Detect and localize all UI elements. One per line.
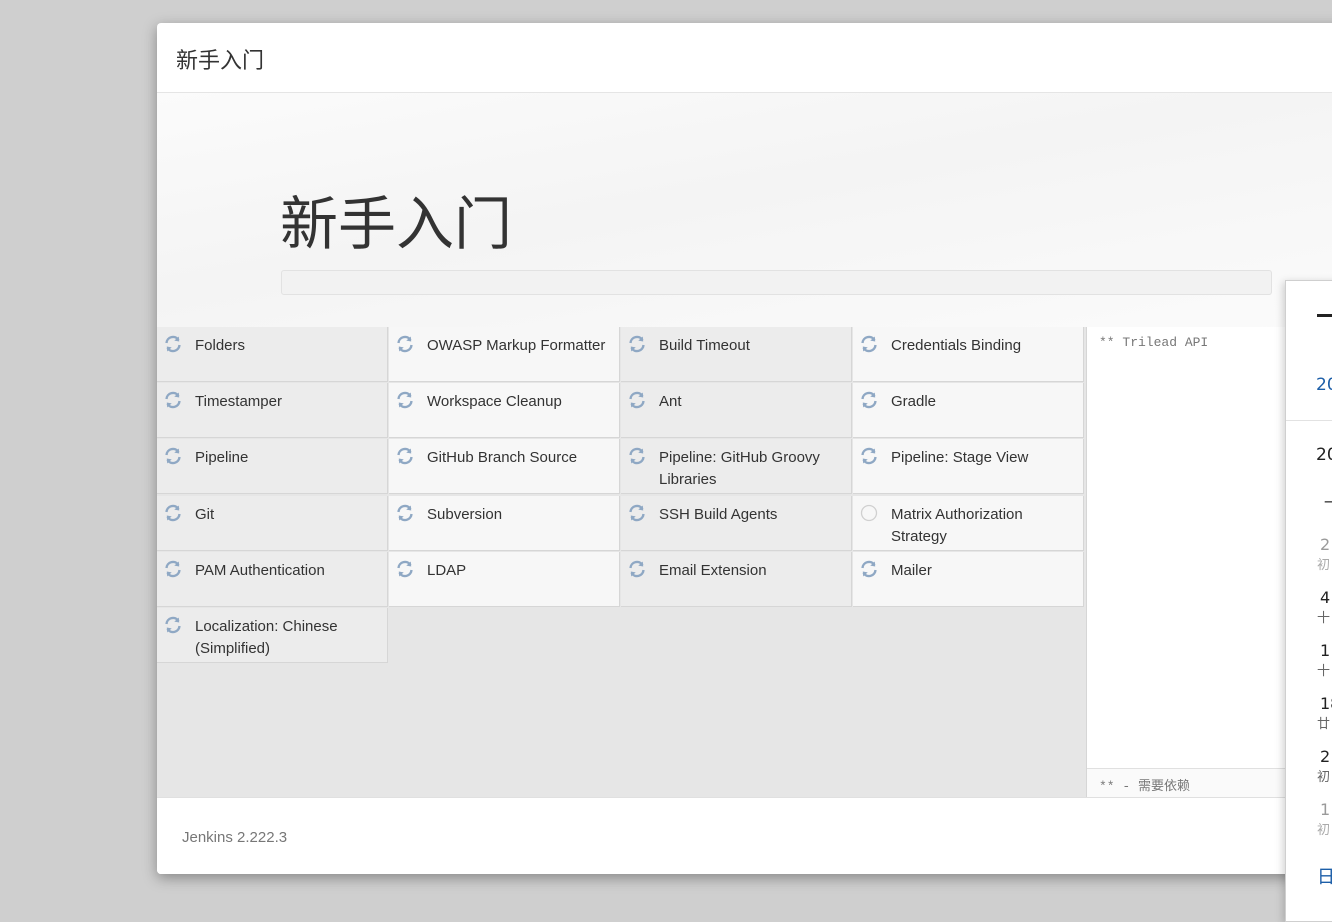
setup-wizard-dialog: 新手入门 新手入门 Folders OWASP Markup Formatter B… <box>157 23 1332 874</box>
log-line: ** Trilead API <box>1099 335 1209 350</box>
refresh-spinner-icon <box>627 504 647 522</box>
plugin-item: Gradle <box>853 383 1084 439</box>
calendar-month-title: 20 <box>1316 445 1332 465</box>
plugin-item: Email Extension <box>621 551 852 607</box>
plugin-label: OWASP Markup Formatter <box>427 337 606 354</box>
calendar-popup: 20 20 一 日 2 初 4 十 1 十 18 廿 2 初 1 初 <box>1285 280 1332 922</box>
install-progress-bar <box>281 270 1272 295</box>
calendar-lunar-label: 初 <box>1317 770 1331 785</box>
plugin-label: Ant <box>659 393 682 411</box>
plugin-item: Pipeline: GitHub Groovy Libraries <box>621 439 852 495</box>
plugin-item: OWASP Markup Formatter <box>389 327 620 382</box>
calendar-day-number[interactable]: 1 <box>1320 800 1330 819</box>
plugin-item: Matrix Authorization Strategy <box>853 495 1084 551</box>
plugin-item: Pipeline <box>157 439 388 495</box>
refresh-spinner-icon <box>163 616 183 634</box>
refresh-spinner-icon <box>395 447 415 465</box>
plugin-item: SSH Build Agents <box>621 495 852 551</box>
plugin-label: Pipeline: Stage View <box>891 449 1029 467</box>
refresh-spinner-icon <box>627 447 647 465</box>
plugin-label: Workspace Cleanup <box>427 393 562 411</box>
hero-section: 新手入门 <box>157 93 1332 328</box>
calendar-lunar-label: 十 <box>1317 611 1331 626</box>
calendar-lunar-label: 廿 <box>1317 717 1331 732</box>
calendar-divider <box>1286 420 1332 421</box>
calendar-day-number[interactable]: 2 <box>1320 535 1330 554</box>
calendar-bottom-link[interactable]: 日 <box>1317 863 1332 889</box>
plugin-label: Subversion <box>427 505 503 523</box>
refresh-spinner-icon <box>859 447 879 465</box>
refresh-spinner-icon <box>163 447 183 465</box>
refresh-spinner-icon <box>627 391 647 409</box>
plugin-label: Build Timeout <box>659 337 750 354</box>
plugin-label: Git <box>195 505 215 523</box>
plugin-item: Subversion <box>389 495 620 551</box>
refresh-spinner-icon <box>395 504 415 522</box>
plugin-item: PAM Authentication <box>157 551 388 607</box>
plugin-label: Pipeline: GitHub Groovy Libraries <box>659 449 820 489</box>
calendar-day-number[interactable]: 18 <box>1320 694 1332 713</box>
refresh-spinner-icon <box>627 560 647 578</box>
plugin-item: Git <box>157 495 388 551</box>
calendar-weekday-header: 一 <box>1324 489 1332 513</box>
refresh-spinner-icon <box>163 504 183 522</box>
plugin-item: Timestamper <box>157 383 388 439</box>
refresh-spinner-icon <box>627 335 647 353</box>
plugin-label: Gradle <box>891 393 937 411</box>
plugin-item: Pipeline: Stage View <box>853 439 1084 495</box>
log-footer-note: ** - 需要依赖 <box>1099 779 1191 794</box>
calendar-lunar-label: 十 <box>1317 664 1331 679</box>
page-title: 新手入门 <box>280 190 513 258</box>
plugin-label: Credentials Binding <box>891 337 1022 354</box>
refresh-spinner-icon <box>859 391 879 409</box>
plugin-item: LDAP <box>389 551 620 607</box>
plugin-label: LDAP <box>427 561 467 579</box>
plugin-item: Build Timeout <box>621 327 852 382</box>
plugin-item: Workspace Cleanup <box>389 383 620 439</box>
calendar-day-number[interactable]: 4 <box>1320 588 1330 607</box>
plugin-item: Localization: Chinese (Simplified) <box>157 608 388 663</box>
dialog-title: 新手入门 <box>176 49 265 74</box>
pending-circle-icon <box>859 504 879 522</box>
plugin-item: Mailer <box>853 551 1084 607</box>
plugin-label: PAM Authentication <box>195 561 325 579</box>
calendar-year-link[interactable]: 20 <box>1316 375 1332 395</box>
plugin-label: SSH Build Agents <box>659 505 778 523</box>
refresh-spinner-icon <box>163 560 183 578</box>
refresh-spinner-icon <box>395 335 415 353</box>
jenkins-version: Jenkins 2.222.3 <box>182 829 288 846</box>
plugin-label: Localization: Chinese (Simplified) <box>195 618 338 657</box>
dialog-footer: Jenkins 2.222.3 <box>157 797 1332 874</box>
refresh-spinner-icon <box>395 391 415 409</box>
refresh-spinner-icon <box>859 560 879 578</box>
refresh-spinner-icon <box>395 560 415 578</box>
plugin-label: Email Extension <box>659 561 767 579</box>
calendar-lunar-label: 初 <box>1317 823 1331 838</box>
calendar-day-number[interactable]: 1 <box>1320 641 1330 660</box>
refresh-spinner-icon <box>859 335 879 353</box>
plugin-item: Credentials Binding <box>853 327 1084 382</box>
plugin-label: Pipeline <box>195 449 249 467</box>
minimize-icon[interactable] <box>1317 314 1332 317</box>
plugin-label: Matrix Authorization Strategy <box>891 505 1023 545</box>
plugin-label: Folders <box>195 337 246 354</box>
plugin-grid: Folders OWASP Markup Formatter Build Timeo… <box>157 327 1086 797</box>
calendar-lunar-label: 初 <box>1317 558 1331 573</box>
plugin-item: GitHub Branch Source <box>389 439 620 495</box>
calendar-day-number[interactable]: 2 <box>1320 747 1330 766</box>
plugin-label: Timestamper <box>195 393 282 411</box>
refresh-spinner-icon <box>163 335 183 353</box>
plugin-label: Mailer <box>891 561 932 579</box>
dialog-header: 新手入门 <box>157 23 1332 93</box>
plugin-item: Ant <box>621 383 852 439</box>
plugin-label: GitHub Branch Source <box>427 449 578 467</box>
plugin-item: Folders <box>157 327 388 382</box>
refresh-spinner-icon <box>163 391 183 409</box>
